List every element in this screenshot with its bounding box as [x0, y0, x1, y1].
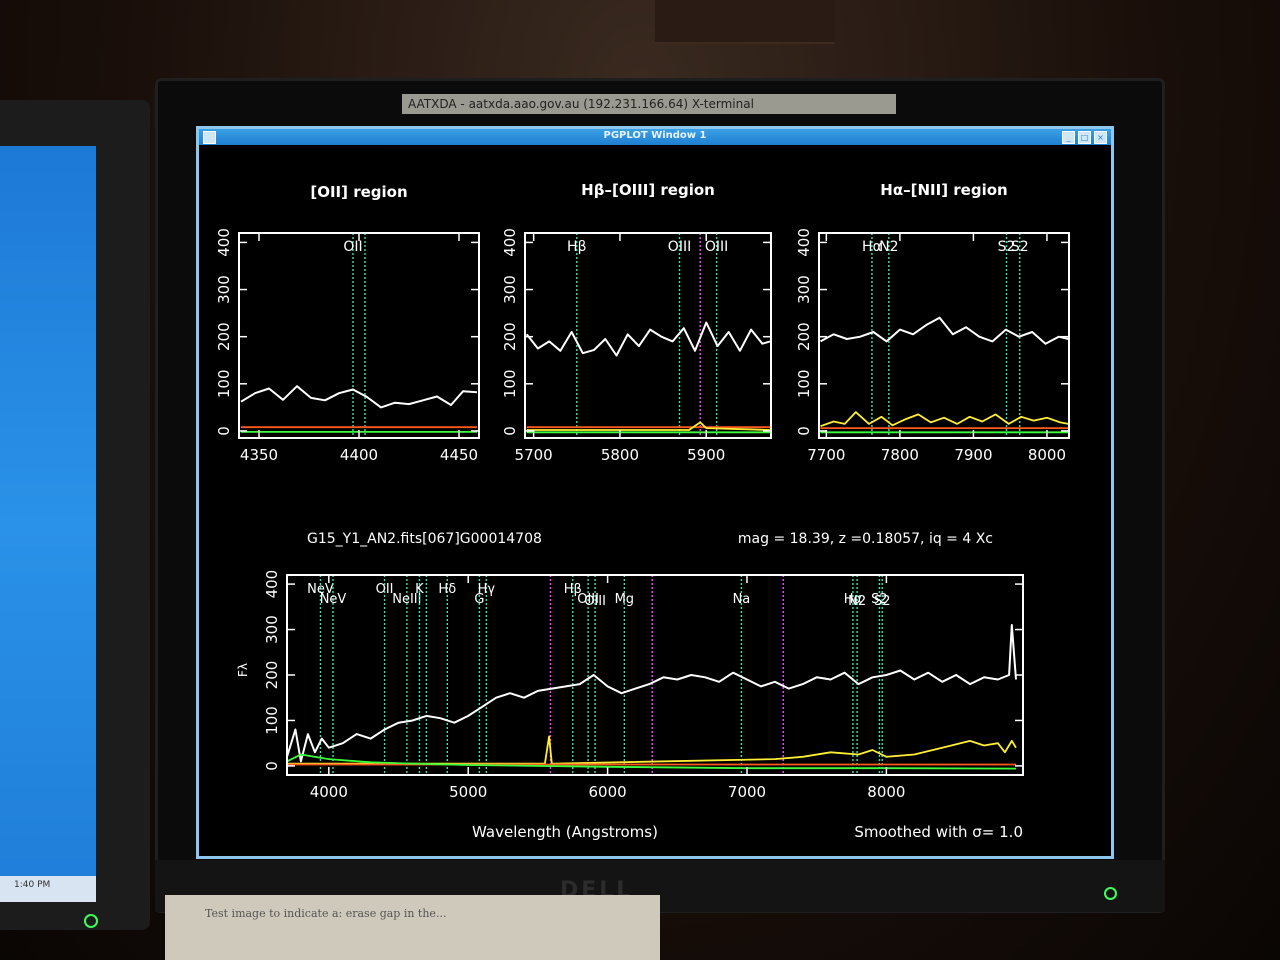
close-icon[interactable]: ×: [1094, 131, 1107, 144]
line-marker-label: Mg: [615, 592, 634, 607]
y-tick-label: 400: [501, 228, 519, 257]
line-marker-label: S2: [874, 594, 891, 609]
y-tick-label: 0: [501, 426, 519, 436]
line-marker-label: S2: [1011, 239, 1029, 255]
x-tick-label: 5800: [601, 446, 639, 464]
y-tick-label: 200: [215, 322, 233, 351]
line-marker-label: Hδ: [438, 582, 456, 597]
x-axis-label: Wavelength (Angstroms): [472, 823, 658, 841]
x-tick-label: 8000: [1028, 446, 1066, 464]
y-tick-label: 0: [263, 761, 281, 771]
y-tick-label: 400: [263, 570, 281, 599]
line-marker-label: OII: [376, 582, 394, 597]
left-monitor-screen: [0, 146, 96, 902]
plot-frame: [818, 232, 1070, 439]
x-tick-label: 5000: [449, 783, 487, 801]
left-monitor: 1:40 PM: [0, 100, 150, 930]
y-tick-label: 400: [795, 228, 813, 257]
line-marker-label: N2: [879, 239, 898, 255]
line-marker-label: K: [415, 582, 424, 597]
y-tick-label: 200: [501, 322, 519, 351]
y-tick-label: 200: [795, 322, 813, 351]
chart-oii: [OII] region OII 4350 4400 4450 0 100 200 300 400: [215, 183, 480, 464]
maximize-icon[interactable]: □: [1078, 131, 1091, 144]
xterminal-title-label: AATXDA - aatxda.aao.gov.au (192.231.166.…: [402, 94, 896, 114]
x-tick-label: 5900: [687, 446, 725, 464]
x-tick-label: 4000: [310, 783, 348, 801]
y-tick-label: 300: [795, 275, 813, 304]
x-tick-label: 7800: [881, 446, 919, 464]
x-tick-label: 7900: [954, 446, 992, 464]
monitor-power-icon[interactable]: [1104, 887, 1117, 900]
spectrum-info-header: mag = 18.39, z =0.18057, iq = 4 Xc: [738, 531, 993, 547]
spectrum-file-header: G15_Y1_AN2.fits[067]G00014708: [307, 531, 542, 547]
left-monitor-taskbar-clock: 1:40 PM: [0, 876, 96, 902]
line-marker-label: OIII: [668, 239, 691, 255]
y-tick-label: 100: [795, 369, 813, 398]
taped-note: Test image to indicate a: erase gap in t…: [165, 895, 660, 960]
y-tick-label: 100: [215, 369, 233, 398]
chart-hb_oiii: Hβ–[OIII] region Hβ OIII OIII 5700 5800 5900 0 1…: [501, 181, 772, 464]
series-line: [526, 421, 771, 431]
x-tick-label: 8000: [867, 783, 905, 801]
y-tick-label: 300: [501, 275, 519, 304]
y-tick-label: 200: [263, 661, 281, 690]
series-line: [820, 316, 1069, 345]
series-line: [287, 735, 1017, 765]
chart-ha_nii: Hα–[NII] regionHαN2 S2S27700 7800 7900 80000…: [795, 181, 1070, 464]
pgplot-window[interactable]: PGPLOT Window 1 _ □ × [OII] region OII 435…: [196, 126, 1114, 859]
ceiling-fixture: [655, 0, 835, 44]
x-tick-label: 4450: [440, 446, 478, 464]
x-tick-label: 6000: [589, 783, 627, 801]
y-tick-label: 300: [263, 615, 281, 644]
y-tick-label: 400: [215, 228, 233, 257]
window-titlebar[interactable]: PGPLOT Window 1 _ □ ×: [199, 129, 1111, 145]
x-tick-label: 5700: [515, 446, 553, 464]
line-marker-label: OIII: [705, 239, 728, 255]
minimize-icon[interactable]: _: [1062, 131, 1075, 144]
series-line: [525, 321, 771, 357]
window-title: PGPLOT Window 1: [603, 130, 707, 141]
line-marker-label: Hβ: [567, 239, 586, 255]
y-tick-label: 300: [215, 275, 233, 304]
line-marker-label: OIII: [584, 594, 606, 609]
x-tick-label: 4400: [340, 446, 378, 464]
line-marker-label: NeV: [320, 592, 347, 607]
plot-frame: [238, 232, 480, 439]
chart-title: Hβ–[OIII] region: [581, 181, 715, 199]
left-monitor-power-icon[interactable]: [84, 914, 98, 928]
line-marker-label: Na: [733, 592, 751, 607]
x-tick-label: 4350: [240, 446, 278, 464]
pgplot-canvas: [OII] region OII 4350 4400 4450 0 100 200 300 400…: [215, 181, 1070, 841]
plot-frame: [524, 232, 772, 439]
y-tick-label: 0: [795, 426, 813, 436]
series-line: [287, 624, 1017, 763]
x-tick-label: 7700: [807, 446, 845, 464]
line-marker-label: N2: [848, 594, 866, 609]
chart-full: NeVNeVOIINeIIIK HδGHγ HβOIIIOIII Mg Na HαN2 S2…: [236, 531, 1024, 841]
line-marker-label: Hγ: [478, 582, 496, 597]
x-tick-label: 7000: [728, 783, 766, 801]
series-line: [240, 385, 478, 409]
y-tick-label: 0: [215, 426, 233, 436]
chart-title: Hα–[NII] region: [880, 181, 1007, 199]
series-line: [820, 411, 1069, 428]
y-tick-label: 100: [501, 369, 519, 398]
y-axis-label: Fλ: [236, 663, 250, 677]
smoothing-note: Smoothed with σ= 1.0: [854, 823, 1023, 841]
chart-title: [OII] region: [310, 183, 407, 201]
y-tick-label: 100: [263, 706, 281, 735]
line-marker-label: OII: [343, 239, 362, 255]
